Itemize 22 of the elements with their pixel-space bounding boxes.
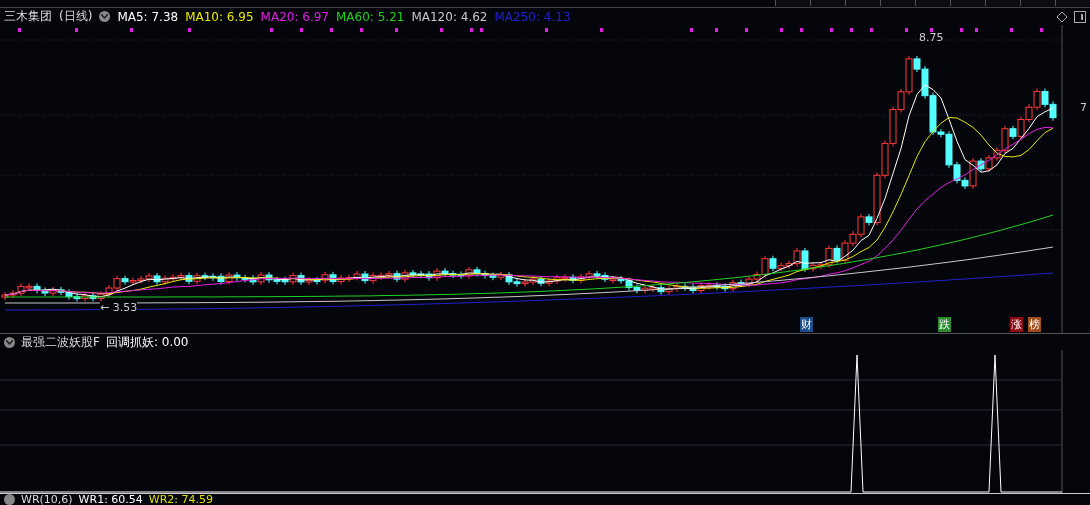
moving-average-value: MA120: 4.62 bbox=[411, 9, 488, 24]
event-tag[interactable]: 榜 bbox=[1028, 317, 1041, 332]
stock-name: 三木集团 bbox=[4, 8, 52, 25]
event-tag[interactable]: 跌 bbox=[938, 317, 951, 332]
indicator-value: WR1: 60.54 bbox=[78, 494, 143, 505]
price-axis-label: 7 bbox=[1080, 101, 1087, 114]
indicator-value: WR2: 74.59 bbox=[148, 494, 214, 505]
moving-average-value: MA60: 5.21 bbox=[336, 9, 405, 24]
event-tag[interactable]: 涨 bbox=[1010, 317, 1023, 332]
indicator-value: 回调抓妖: 0.00 bbox=[105, 333, 189, 351]
moving-average-value: MA10: 6.95 bbox=[185, 9, 254, 24]
high-price-label: 8.75 bbox=[919, 31, 944, 44]
event-tag[interactable]: 财 bbox=[800, 317, 813, 332]
moving-average-value: MA250: 4.13 bbox=[494, 9, 571, 24]
moving-average-value: MA20: 6.97 bbox=[260, 9, 329, 24]
indicator-name: 最强二波妖股F bbox=[21, 333, 100, 351]
panel-toggle-icon[interactable] bbox=[1074, 10, 1086, 23]
low-price-label: ← 3.53 bbox=[100, 302, 138, 314]
period-label: (日线) bbox=[59, 8, 93, 25]
diamond-icon[interactable] bbox=[1057, 11, 1067, 22]
indicator-name: WR(10,6) bbox=[21, 494, 73, 505]
moving-average-value: MA5: 7.38 bbox=[117, 9, 179, 24]
